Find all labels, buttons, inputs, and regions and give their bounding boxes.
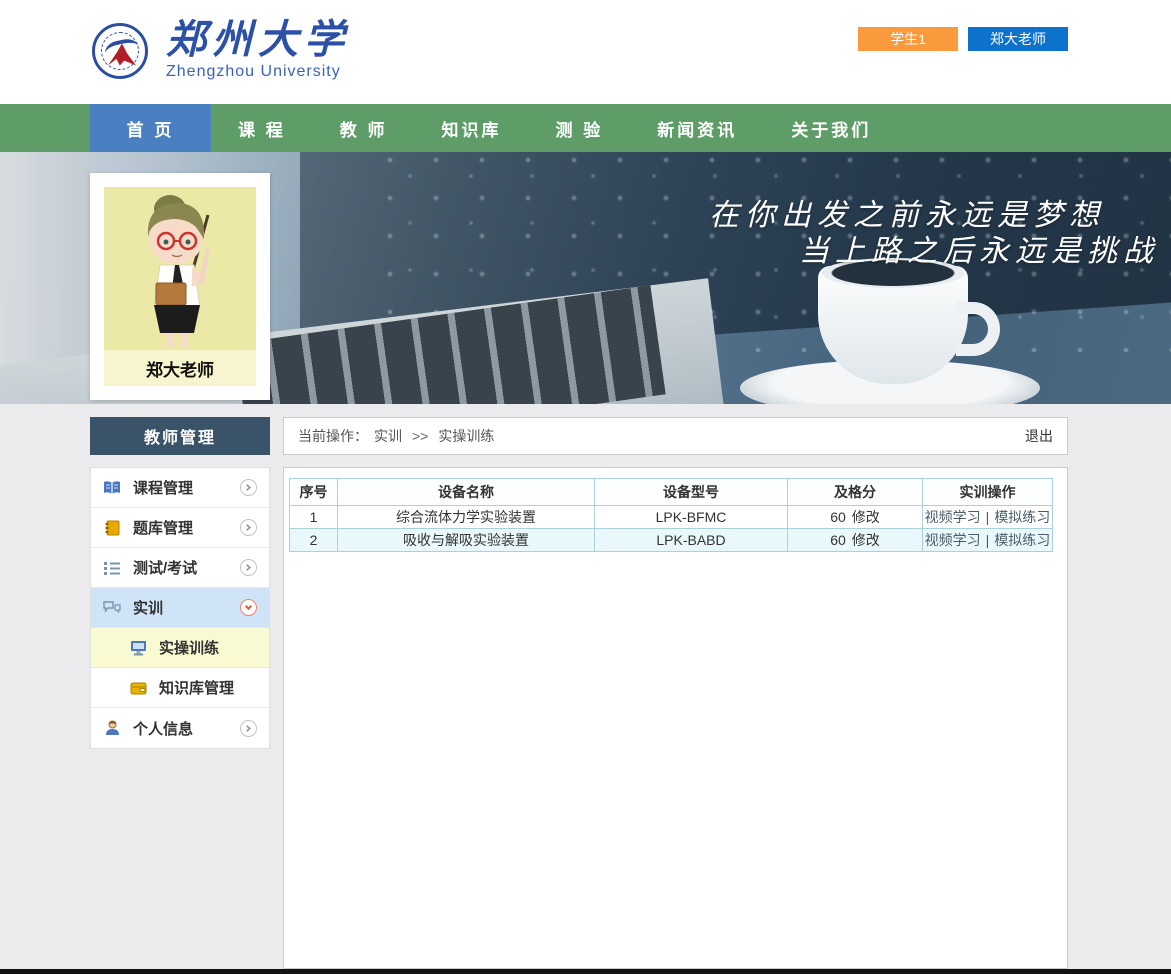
table-row: 1 综合流体力学实验装置 LPK-BFMC 60 修改 视频学习 |模拟练习 (290, 506, 1053, 529)
pass-score-value: 60 (830, 509, 846, 525)
edit-link[interactable]: 修改 (852, 509, 880, 525)
header-index: 序号 (290, 479, 338, 506)
chevron-right-icon (240, 519, 257, 536)
header-actions: 实训操作 (923, 479, 1053, 506)
chevron-right-icon (240, 479, 257, 496)
cell-pass-score: 60 修改 (788, 506, 923, 529)
edit-link[interactable]: 修改 (852, 532, 880, 548)
student-button[interactable]: 学生1 (858, 27, 958, 51)
chevron-right-icon (240, 720, 257, 737)
logout-link[interactable]: 退出 (1025, 426, 1053, 446)
university-name-en: Zhengzhou University (166, 63, 350, 81)
sidebar-item-label: 测试/考试 (133, 557, 197, 578)
pass-score-value: 60 (830, 532, 846, 548)
cell-pass-score: 60 修改 (788, 529, 923, 552)
sidebar-item-practical-training[interactable]: 实操训练 (91, 628, 269, 668)
nav-item-courses[interactable]: 课 程 (211, 104, 313, 152)
nav-item-news[interactable]: 新闻资讯 (630, 104, 764, 152)
equipment-table: 序号 设备名称 设备型号 及格分 实训操作 1 综合流体力学实验装置 LPK-B… (289, 478, 1053, 552)
sidebar-item-label: 课程管理 (133, 477, 193, 498)
sidebar-item-label: 题库管理 (133, 517, 193, 538)
sidebar-item-label: 实训 (133, 597, 163, 618)
sidebar-item-label: 知识库管理 (159, 677, 234, 698)
logo-text: 郑州大学 Zhengzhou University (166, 20, 350, 81)
chat-bubbles-icon (103, 599, 121, 617)
teacher-avatar (104, 187, 256, 350)
sidebar-item-label: 个人信息 (133, 718, 193, 739)
university-seal-icon (92, 23, 148, 79)
video-study-link[interactable]: 视频学习 (925, 509, 981, 525)
simulation-practice-link[interactable]: 模拟练习 (994, 532, 1050, 548)
header-pass-score: 及格分 (788, 479, 923, 506)
table-row: 2 吸收与解吸实验装置 LPK-BABD 60 修改 视频学习 |模拟练习 (290, 529, 1053, 552)
page: 郑州大学 Zhengzhou University 学生1 郑大老师 首 页 课… (0, 0, 1171, 974)
nav-item-tests[interactable]: 测 验 (528, 104, 630, 152)
banner-slogan-line2: 当上路之后永远是挑战 (799, 226, 1159, 270)
table-header-row: 序号 设备名称 设备型号 及格分 实训操作 (290, 479, 1053, 506)
teacher-button[interactable]: 郑大老师 (968, 27, 1068, 51)
main-nav: 首 页 课 程 教 师 知识库 测 验 新闻资讯 关于我们 (0, 104, 1171, 152)
breadcrumb-page[interactable]: 实操训练 (438, 426, 494, 446)
sidebar-item-personal-info[interactable]: 个人信息 (91, 708, 269, 748)
sidebar-item-question-bank[interactable]: 题库管理 (91, 508, 269, 548)
nav-item-teachers[interactable]: 教 师 (313, 104, 415, 152)
sidebar-title: 教师管理 (90, 417, 270, 455)
cell-actions: 视频学习 |模拟练习 (923, 529, 1053, 552)
top-header: 郑州大学 Zhengzhou University 学生1 郑大老师 (0, 0, 1171, 104)
breadcrumb-section[interactable]: 实训 (374, 426, 402, 446)
header-device-model: 设备型号 (595, 479, 788, 506)
breadcrumb-label: 当前操作： (298, 426, 368, 446)
book-icon (103, 479, 121, 497)
cell-index: 1 (290, 506, 338, 529)
university-logo: 郑州大学 Zhengzhou University (92, 20, 350, 81)
header-device-name: 设备名称 (338, 479, 595, 506)
action-separator: | (986, 509, 990, 525)
sidebar-item-course-management[interactable]: 课程管理 (91, 468, 269, 508)
simulation-practice-link[interactable]: 模拟练习 (994, 509, 1050, 525)
monitor-icon (129, 639, 147, 657)
cell-device-name: 吸收与解吸实验装置 (338, 529, 595, 552)
sidebar-item-tests-exams[interactable]: 测试/考试 (91, 548, 269, 588)
sidebar-item-knowledge-base-management[interactable]: 知识库管理 (91, 668, 269, 708)
person-icon (103, 719, 121, 737)
nav-item-knowledge[interactable]: 知识库 (414, 104, 528, 152)
cell-index: 2 (290, 529, 338, 552)
notebook-icon (103, 519, 121, 537)
teacher-cartoon-illustration (104, 187, 256, 350)
action-separator: | (986, 532, 990, 548)
university-name-cn: 郑州大学 (166, 20, 350, 60)
bottom-edge-bar (0, 969, 1171, 974)
nav-item-about[interactable]: 关于我们 (764, 104, 898, 152)
nav-item-home[interactable]: 首 页 (90, 104, 211, 152)
header-buttons: 学生1 郑大老师 (858, 27, 1068, 51)
list-icon (103, 559, 121, 577)
chevron-down-icon (240, 599, 257, 616)
cell-device-model: LPK-BFMC (595, 506, 788, 529)
chevron-right-icon (240, 559, 257, 576)
main-content-panel: 序号 设备名称 设备型号 及格分 实训操作 1 综合流体力学实验装置 LPK-B… (283, 467, 1068, 969)
video-study-link[interactable]: 视频学习 (925, 532, 981, 548)
breadcrumb: 当前操作： 实训 >> 实操训练 退出 (283, 417, 1068, 455)
cell-device-name: 综合流体力学实验装置 (338, 506, 595, 529)
teacher-profile-card: 郑大老师 (90, 173, 270, 400)
sidebar-menu: 课程管理 题库管理 测试/考试 实训 (90, 467, 270, 749)
wallet-icon (129, 679, 147, 697)
cell-device-model: LPK-BABD (595, 529, 788, 552)
teacher-name: 郑大老师 (104, 350, 256, 386)
sidebar-item-label: 实操训练 (159, 637, 219, 658)
sidebar-item-training[interactable]: 实训 (91, 588, 269, 628)
breadcrumb-arrows: >> (412, 428, 428, 444)
cell-actions: 视频学习 |模拟练习 (923, 506, 1053, 529)
